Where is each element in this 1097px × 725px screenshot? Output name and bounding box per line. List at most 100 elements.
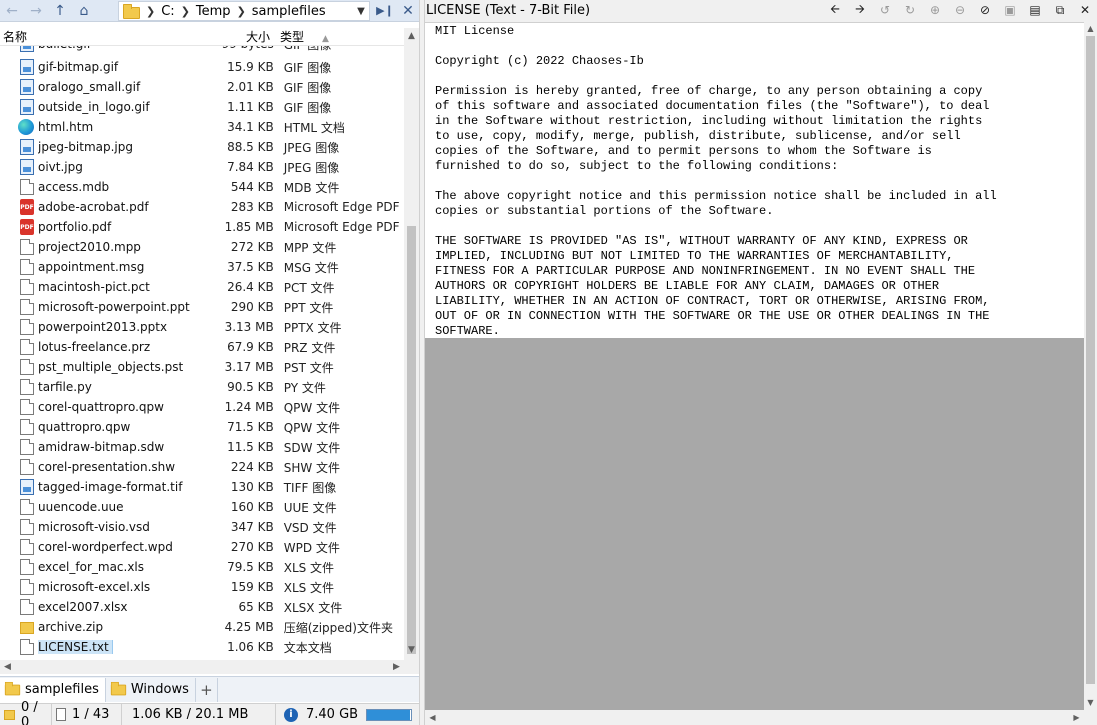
next-button[interactable]: 🡪: [852, 2, 868, 18]
list-item[interactable]: macintosh-pict.pct 26.4 KB PCT 文件: [0, 277, 404, 297]
scroll-left-arrow[interactable]: ◀: [425, 710, 440, 725]
file-name-text: pst_multiple_objects.pst: [38, 360, 184, 374]
list-item[interactable]: jpeg-bitmap.jpg 88.5 KB JPEG 图像: [0, 137, 404, 157]
list-item[interactable]: archive.zip 4.25 MB 压缩(zipped)文件夹: [0, 617, 404, 637]
file-list: bullet.gif99 bytesGIF 图像 gif-bitmap.gif15…: [0, 46, 404, 660]
forward-button[interactable]: →: [24, 0, 48, 22]
list-item[interactable]: html.htm 34.1 KB HTML 文档: [0, 117, 404, 137]
list-item[interactable]: gif-bitmap.gif 15.9 KB GIF 图像: [0, 57, 404, 77]
file-name: corel-quattropro.qpw: [38, 400, 203, 414]
scroll-thumb[interactable]: [1086, 36, 1095, 684]
image-file-icon: [20, 159, 34, 175]
scroll-right-arrow[interactable]: ▶: [389, 660, 404, 674]
file-name: outside_in_logo.gif: [38, 100, 203, 114]
zoom-out-button[interactable]: ⊖: [952, 2, 968, 18]
scroll-right-arrow[interactable]: ▶: [1069, 710, 1084, 725]
chevron-down-icon[interactable]: ▼: [353, 6, 369, 17]
list-item[interactable]: amidraw-bitmap.sdw 11.5 KB SDW 文件: [0, 437, 404, 457]
column-name[interactable]: 名称: [0, 28, 210, 45]
new-tab-button[interactable]: +: [196, 677, 218, 702]
info-icon[interactable]: i: [284, 707, 298, 722]
list-item[interactable]: corel-presentation.shw 224 KB SHW 文件: [0, 457, 404, 477]
file-name: tagged-image-format.tif: [38, 480, 203, 494]
list-item[interactable]: appointment.msg 37.5 KB MSG 文件: [0, 257, 404, 277]
detach-button[interactable]: ⧉: [1052, 2, 1068, 18]
close-viewer-button[interactable]: ✕: [1077, 2, 1093, 18]
viewer-vertical-scrollbar[interactable]: ▲ ▼: [1084, 22, 1097, 710]
scroll-down-arrow[interactable]: ▼: [1084, 696, 1097, 710]
scroll-up-arrow[interactable]: ▲: [1084, 22, 1097, 36]
list-item[interactable]: powerpoint2013.pptx 3.13 MB PPTX 文件: [0, 317, 404, 337]
file-name-text: outside_in_logo.gif: [38, 100, 150, 114]
fullscreen-button[interactable]: ▤: [1027, 2, 1043, 18]
list-item[interactable]: lotus-freelance.prz 67.9 KB PRZ 文件: [0, 337, 404, 357]
breadcrumb-temp[interactable]: Temp: [190, 4, 237, 19]
viewer-empty-area: [425, 338, 1084, 710]
list-item[interactable]: tagged-image-format.tif 130 KB TIFF 图像: [0, 477, 404, 497]
list-item[interactable]: PDF portfolio.pdf 1.85 MB Microsoft Edge PD…: [0, 217, 404, 237]
list-item[interactable]: excel_for_mac.xls 79.5 KB XLS 文件: [0, 557, 404, 577]
file-size: 3.13 MB: [224, 320, 274, 334]
pane-toggle-button[interactable]: ▶❙: [373, 0, 397, 22]
list-item[interactable]: pst_multiple_objects.pst 3.17 MB PST 文件: [0, 357, 404, 377]
zoom-in-button[interactable]: ⊕: [927, 2, 943, 18]
list-item[interactable]: uuencode.uue 160 KB UUE 文件: [0, 497, 404, 517]
tab-label: Windows: [130, 682, 189, 697]
file-icon: [20, 419, 34, 435]
status-disk: i 7.40 GB: [276, 704, 416, 725]
list-item[interactable]: corel-quattropro.qpw 1.24 MB QPW 文件: [0, 397, 404, 417]
scroll-up-arrow[interactable]: ▲: [404, 28, 419, 44]
list-item[interactable]: quattropro.qpw 71.5 KB QPW 文件: [0, 417, 404, 437]
column-type[interactable]: 类型 ▲: [270, 28, 404, 45]
list-item[interactable]: microsoft-powerpoint.ppt 290 KB PPT 文件: [0, 297, 404, 317]
file-size: 88.5 KB: [227, 140, 274, 154]
home-button[interactable]: ⌂: [72, 0, 96, 22]
list-item[interactable]: oralogo_small.gif 2.01 KB GIF 图像: [0, 77, 404, 97]
file-type: MPP 文件: [283, 240, 337, 255]
zoom-reset-button[interactable]: ⊘: [977, 2, 993, 18]
list-item[interactable]: access.mdb 544 KB MDB 文件: [0, 177, 404, 197]
scroll-thumb[interactable]: [407, 226, 416, 654]
rotate-left-button[interactable]: ↺: [877, 2, 893, 18]
vertical-scrollbar[interactable]: ▲ ▼: [404, 28, 419, 674]
breadcrumb-samplefiles[interactable]: samplefiles: [246, 4, 332, 19]
list-item[interactable]: project2010.mpp 272 KB MPP 文件: [0, 237, 404, 257]
column-header: 名称 大小 类型 ▲: [0, 28, 404, 46]
list-item[interactable]: tarfile.py 90.5 KB PY 文件: [0, 377, 404, 397]
breadcrumb-drive[interactable]: C:: [155, 4, 180, 19]
fit-button[interactable]: ▣: [1002, 2, 1018, 18]
arrow-right-icon: →: [30, 2, 42, 19]
image-file-icon: [20, 99, 34, 115]
tab-windows[interactable]: Windows: [106, 677, 196, 702]
file-name-text: microsoft-powerpoint.ppt: [38, 300, 190, 314]
prev-button[interactable]: 🡨: [827, 2, 843, 18]
file-type: PST 文件: [283, 360, 334, 375]
close-pane-button[interactable]: ✕: [396, 0, 420, 22]
list-item[interactable]: microsoft-excel.xls 159 KB XLS 文件: [0, 577, 404, 597]
file-size: 1.11 KB: [227, 100, 274, 114]
column-size[interactable]: 大小: [210, 28, 270, 45]
list-item[interactable]: outside_in_logo.gif 1.11 KB GIF 图像: [0, 97, 404, 117]
list-item[interactable]: microsoft-visio.vsd 347 KB VSD 文件: [0, 517, 404, 537]
horizontal-scrollbar[interactable]: ◀ ▶: [0, 660, 404, 674]
list-item[interactable]: bullet.gif99 bytesGIF 图像: [0, 46, 404, 54]
rotate-right-button[interactable]: ↻: [902, 2, 918, 18]
list-item[interactable]: excel2007.xlsx 65 KB XLSX 文件: [0, 597, 404, 617]
viewer-horizontal-scrollbar[interactable]: ◀ ▶: [425, 710, 1084, 725]
back-button[interactable]: ←: [0, 0, 24, 22]
file-icon: [20, 179, 34, 195]
list-item[interactable]: corel-wordperfect.wpd 270 KB WPD 文件: [0, 537, 404, 557]
file-size: 1.85 MB: [224, 220, 274, 234]
file-type: WPD 文件: [283, 540, 340, 555]
scroll-left-arrow[interactable]: ◀: [0, 660, 15, 674]
address-bar[interactable]: ❯ C: ❯ Temp ❯ samplefiles ▼: [118, 1, 370, 21]
list-item[interactable]: oivt.jpg 7.84 KB JPEG 图像: [0, 157, 404, 177]
up-button[interactable]: ↑: [48, 0, 72, 22]
tab-samplefiles[interactable]: samplefiles: [0, 677, 106, 702]
list-item[interactable]: LICENSE.txt 1.06 KB 文本文档: [0, 637, 404, 657]
list-item[interactable]: PDF adobe-acrobat.pdf 283 KB Microsoft Edge…: [0, 197, 404, 217]
text-content-area[interactable]: MIT License Copyright (c) 2022 Chaoses-I…: [425, 22, 1084, 338]
file-name: jpeg-bitmap.jpg: [38, 140, 203, 154]
file-icon: [20, 339, 34, 355]
scroll-down-arrow[interactable]: ▼: [404, 642, 419, 658]
